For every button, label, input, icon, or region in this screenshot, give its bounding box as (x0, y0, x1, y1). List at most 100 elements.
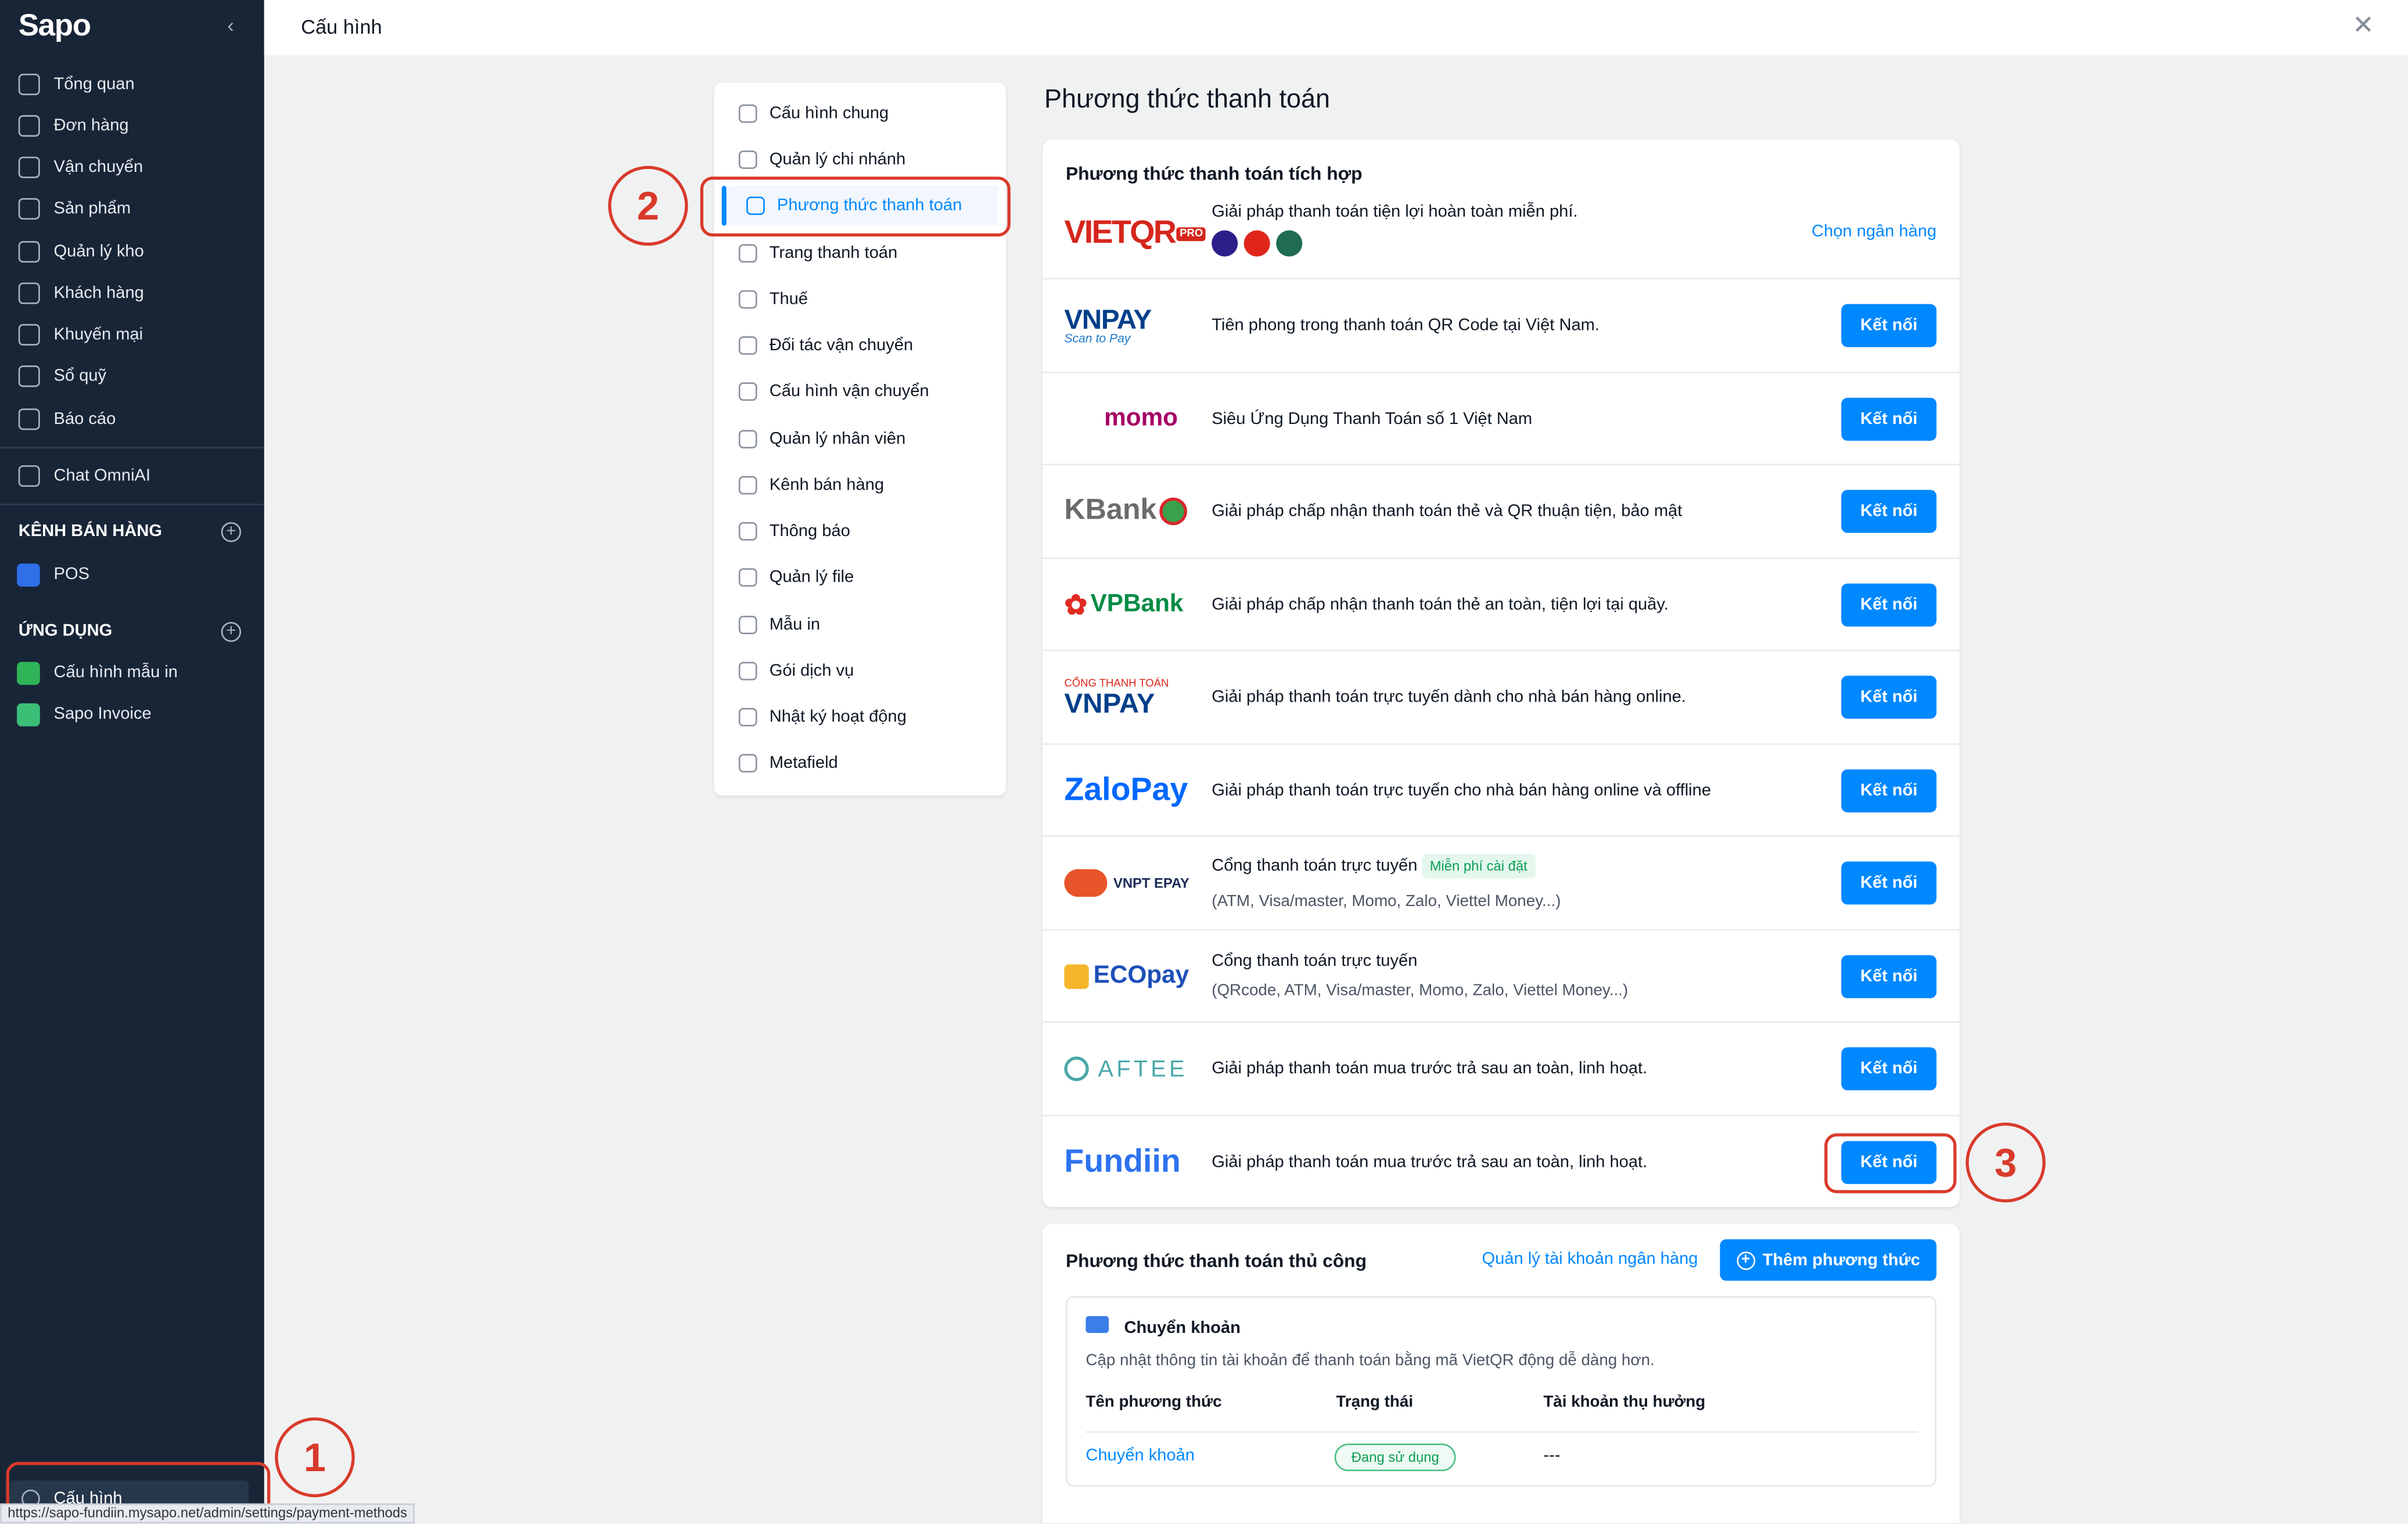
collapse-sidebar-icon[interactable]: ‹ (227, 14, 233, 37)
app-sapo-invoice[interactable]: Sapo Invoice (0, 694, 264, 734)
menu-item-staff[interactable]: Quản lý nhân viên (714, 419, 1006, 459)
provider-row-zalopay: ZaloPay Giải pháp thanh toán trực tuyến … (1043, 743, 1960, 836)
menu-item-service-plans[interactable]: Gói dịch vụ (714, 651, 1006, 691)
vpbank-emblem-icon: ✿ (1064, 589, 1088, 620)
store-icon (738, 104, 757, 123)
divider (1086, 1431, 1918, 1433)
bank-logo-icon (1243, 230, 1270, 257)
pos-icon (17, 563, 40, 586)
provider-description: Giải pháp thanh toán mua trước trả sau a… (1212, 1153, 1648, 1172)
nav-item-shipping[interactable]: Vận chuyển (0, 148, 264, 188)
menu-item-files[interactable]: Quản lý file (714, 558, 1006, 598)
vnpt-epay-logo: VNPT EPAY (1064, 837, 1196, 929)
truck-icon (738, 336, 757, 355)
provider-row-vnpay-gateway: CỔNG THANH TOÁN VNPAY Giải pháp thanh toá… (1043, 649, 1960, 742)
menu-item-shipping-config[interactable]: Cấu hình vận chuyển (714, 372, 1006, 412)
manage-bank-accounts-link[interactable]: Quản lý tài khoản ngân hàng (1482, 1250, 1698, 1268)
app-print-template[interactable]: Cấu hình mẫu in (0, 653, 264, 693)
connect-button[interactable]: Kết nối (1841, 769, 1937, 813)
connect-button[interactable]: Kết nối (1841, 304, 1937, 347)
provider-description: Cổng thanh toán trực tuyến Miễn phí cài … (1212, 854, 1535, 879)
print-template-app-icon (17, 661, 40, 684)
provider-row-ecopay: ECOpay Cổng thanh toán trực tuyến (QRcod… (1043, 929, 1960, 1022)
kbank-logo: KBank (1064, 465, 1196, 558)
nav-item-inventory[interactable]: Quản lý kho (0, 232, 264, 272)
zalopay-logo: ZaloPay (1064, 772, 1188, 808)
provider-row-momo: momo Siêu Ứng Dụng Thanh Toán số 1 Việt … (1043, 371, 1960, 464)
add-app-icon[interactable]: + (221, 621, 242, 642)
provider-row-fundiin: Fundiin Giải pháp thanh toán mua trước t… (1043, 1115, 1960, 1207)
menu-item-tax[interactable]: Thuế (714, 279, 1006, 319)
connect-button[interactable]: Kết nối (1841, 675, 1937, 719)
divider (0, 504, 264, 505)
nav-item-orders[interactable]: Đơn hàng (0, 106, 264, 146)
connect-button[interactable]: Kết nối (1841, 583, 1937, 627)
sidebar: Sapo ‹ Tổng quan Đơn hàng Vận chuyển Sản… (0, 0, 264, 1523)
menu-item-metafield[interactable]: Metafield (714, 743, 1006, 783)
menu-item-notifications[interactable]: Thông báo (714, 511, 1006, 551)
nav-item-promotions[interactable]: Khuyến mại (0, 315, 264, 355)
transfer-method-link[interactable]: Chuyển khoản (1086, 1447, 1195, 1465)
nav-item-cashbook[interactable]: Sổ quỹ (0, 356, 264, 396)
nav-item-reports[interactable]: Báo cáo (0, 399, 264, 439)
annotation-step-2: 2 (608, 166, 688, 246)
topbar: Cấu hình ✕ (264, 0, 2408, 56)
connect-button[interactable]: Kết nối (1841, 955, 1937, 998)
package-icon (738, 662, 757, 681)
provider-description: Giải pháp chấp nhận thanh toán thẻ an to… (1212, 595, 1669, 614)
provider-description: Giải pháp thanh toán trực tuyến cho nhà … (1212, 781, 1712, 800)
provider-row-kbank: KBank Giải pháp chấp nhận thanh toán thẻ… (1043, 463, 1960, 558)
nav-item-chat-omniai[interactable]: Chat OmniAI (0, 456, 264, 496)
orders-icon (18, 115, 40, 137)
menu-item-print-templates[interactable]: Mẫu in (714, 605, 1006, 645)
menu-item-general[interactable]: Cấu hình chung (714, 94, 1006, 134)
page-title: Phương thức thanh toán (1044, 84, 1331, 114)
provider-subtext: (ATM, Visa/master, Momo, Zalo, Viettel M… (1212, 892, 1561, 911)
menu-item-shipping-partners[interactable]: Đối tác vận chuyển (714, 326, 1006, 366)
annotation-highlight-payment-menu (700, 177, 1011, 237)
provider-description: Giải pháp thanh toán mua trước trả sau a… (1212, 1059, 1648, 1079)
branch-icon (738, 150, 757, 169)
divider (0, 447, 264, 449)
add-method-button[interactable]: + Thêm phương thức (1720, 1239, 1937, 1281)
provider-row-vpbank: ✿ VPBank Giải pháp chấp nhận thanh toán t… (1043, 557, 1960, 650)
ledger-icon (18, 365, 40, 387)
bell-icon (738, 522, 757, 541)
discount-icon (18, 324, 40, 346)
connect-button[interactable]: Kết nối (1841, 861, 1937, 905)
vnpay-gateway-logo: CỔNG THANH TOÁN VNPAY (1064, 678, 1169, 718)
tax-icon (738, 290, 757, 309)
page-header-title: Cấu hình (301, 15, 382, 39)
menu-item-sales-channels[interactable]: Kênh bán hàng (714, 465, 1006, 505)
provider-description: Giải pháp thanh toán trực tuyến dành cho… (1212, 688, 1686, 707)
chart-icon (18, 408, 40, 430)
menu-item-activity-log[interactable]: Nhật ký hoạt động (714, 697, 1006, 737)
menu-item-branches[interactable]: Quản lý chi nhánh (714, 140, 1006, 180)
metafield-icon (738, 754, 757, 772)
cart-icon (738, 244, 757, 263)
connect-button[interactable]: Kết nối (1841, 1047, 1937, 1091)
channel-icon (738, 476, 757, 495)
bank-transfer-panel: Chuyển khoản Cập nhật thông tin tài khoả… (1066, 1296, 1937, 1487)
provider-description: Giải pháp chấp nhận thanh toán thẻ và QR… (1212, 502, 1683, 521)
nav-item-products[interactable]: Sản phẩm (0, 189, 264, 229)
vietqr-description: Giải pháp thanh toán tiện lợi hoàn toàn … (1212, 203, 1578, 221)
channel-pos[interactable]: POS (0, 555, 264, 595)
provider-subtext: (QRcode, ATM, Visa/master, Momo, Zalo, V… (1212, 981, 1629, 1000)
connect-button[interactable]: Kết nối (1841, 490, 1937, 533)
nav-item-overview[interactable]: Tổng quan (0, 64, 264, 105)
provider-description: Tiên phong trong thanh toán QR Code tại … (1212, 316, 1600, 335)
manual-payments-title: Phương thức thanh toán thủ công (1066, 1250, 1367, 1272)
transfer-description: Cập nhật thông tin tài khoản để thanh to… (1086, 1351, 1655, 1370)
nav-item-customers[interactable]: Khách hàng (0, 274, 264, 314)
close-icon[interactable]: ✕ (2352, 11, 2374, 42)
manual-payments-card: Phương thức thanh toán thủ công Quản lý … (1043, 1224, 1960, 1523)
provider-row-aftee: AFTEE Giải pháp thanh toán mua trước trả… (1043, 1021, 1960, 1113)
choose-bank-link[interactable]: Chọn ngân hàng (1812, 222, 1936, 241)
aftee-logo: AFTEE (1064, 1023, 1196, 1115)
sapo-logo[interactable]: Sapo (19, 9, 91, 45)
connect-button[interactable]: Kết nối (1841, 397, 1937, 441)
box-icon (18, 198, 40, 220)
menu-item-checkout-page[interactable]: Trang thanh toán (714, 233, 1006, 274)
add-channel-icon[interactable]: + (221, 522, 242, 542)
